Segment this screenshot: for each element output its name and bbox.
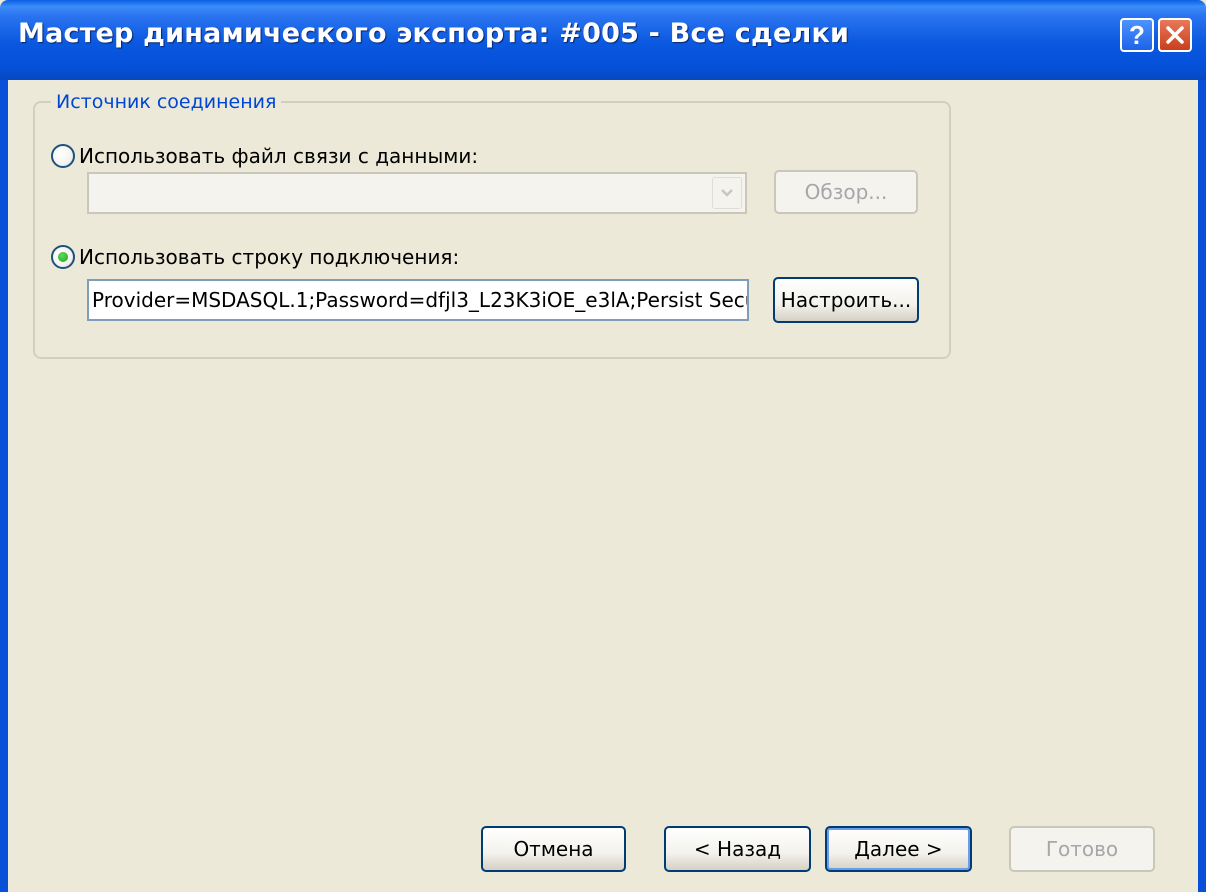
configure-button[interactable]: Настроить...	[773, 277, 919, 323]
back-button[interactable]: < Назад	[664, 826, 811, 872]
use-file-label[interactable]: Использовать файл связи с данными:	[79, 144, 478, 168]
window-title: Мастер динамического экспорта: #005 - Вс…	[18, 18, 850, 49]
use-file-radio[interactable]	[51, 144, 75, 168]
browse-button[interactable]: Обзор...	[774, 170, 918, 214]
radio-selected-dot	[58, 252, 68, 262]
close-button[interactable]	[1158, 18, 1192, 52]
next-button[interactable]: Далее >	[825, 826, 972, 872]
dropdown-button[interactable]	[712, 177, 742, 209]
connection-source-legend: Источник соединения	[51, 91, 282, 113]
connection-string-input[interactable]: Provider=MSDASQL.1;Password=dfjl3_L23K3i…	[87, 279, 749, 321]
use-connection-string-radio[interactable]	[51, 245, 75, 269]
data-link-file-combo[interactable]	[87, 172, 747, 214]
title-bar[interactable]: Мастер динамического экспорта: #005 - Вс…	[0, 0, 1206, 80]
question-icon: ?	[1129, 19, 1145, 50]
chevron-down-icon	[721, 189, 733, 197]
cancel-button[interactable]: Отмена	[481, 826, 626, 872]
window-border-right	[1198, 80, 1206, 892]
close-icon	[1166, 26, 1184, 44]
window-border-left	[0, 80, 8, 892]
help-button[interactable]: ?	[1120, 18, 1154, 52]
finish-button[interactable]: Готово	[1009, 826, 1155, 872]
wizard-window: Мастер динамического экспорта: #005 - Вс…	[0, 0, 1206, 892]
use-connection-string-label[interactable]: Использовать строку подключения:	[79, 245, 459, 269]
